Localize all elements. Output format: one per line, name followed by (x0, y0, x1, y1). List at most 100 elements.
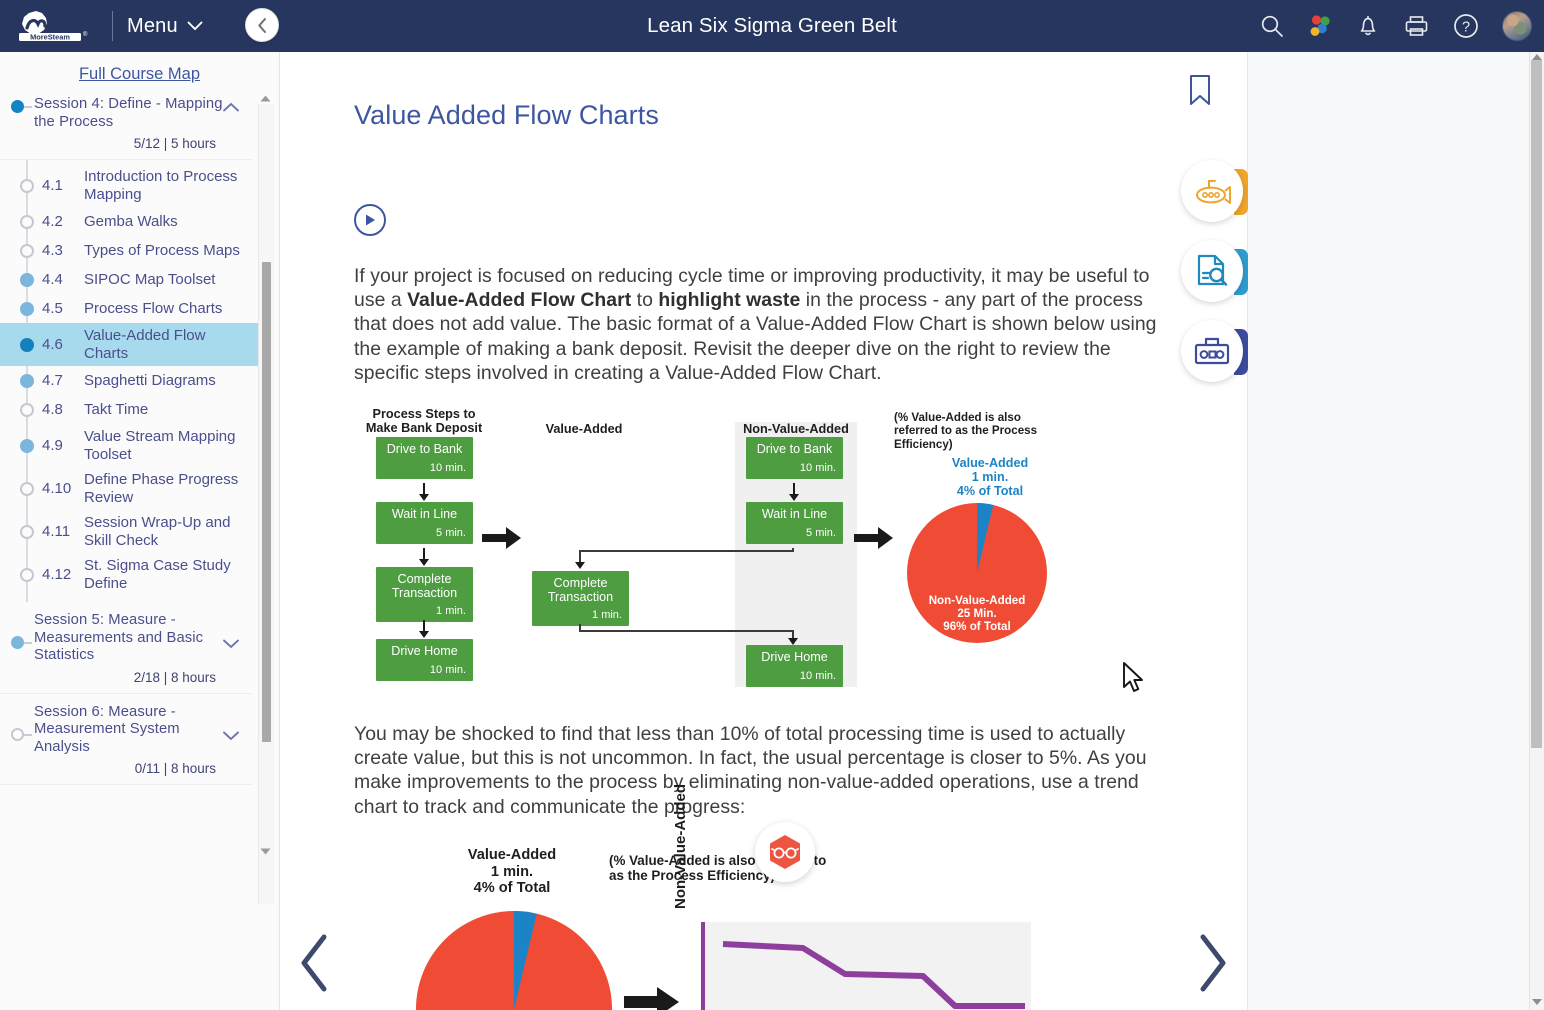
lesson-label: Takt Time (84, 400, 149, 418)
lesson-label: St. Sigma Case Study Define (84, 557, 231, 592)
lesson-number: 4.7 (42, 372, 63, 389)
column-header-steps-text: Process Steps to Make Bank Deposit (365, 407, 483, 435)
full-course-map-link[interactable]: Full Course Map (79, 65, 200, 84)
lesson-label: Process Flow Charts (84, 299, 223, 317)
main-scroll-up-icon[interactable] (1531, 53, 1543, 61)
flow-arrow-head (789, 494, 799, 501)
tool-toolbox[interactable] (1181, 320, 1248, 382)
trend-line (722, 941, 1025, 1009)
lesson-progress-dot (20, 337, 34, 352)
help-icon[interactable]: ? (1452, 12, 1480, 40)
connector-arrow-head (788, 638, 798, 645)
lesson-label: SIPOC Map Toolset (84, 270, 216, 288)
sidebar-item-4-7[interactable]: 4.7 Spaghetti Diagrams (0, 366, 263, 395)
tool-document-search[interactable] (1181, 240, 1248, 302)
search-icon[interactable] (1259, 13, 1285, 39)
main-scroll-down-icon[interactable] (1531, 998, 1543, 1006)
p1-mid: to (631, 289, 659, 312)
study-helper-button[interactable] (755, 822, 815, 882)
lesson-label: Gemba Walks (84, 212, 178, 230)
tool-document-search-button[interactable] (1181, 240, 1243, 302)
top-navigation-bar: MoreSteam ® Menu Lean Six Sigma Green Be… (0, 0, 1544, 52)
session-title: Session 4: Define - Mapping the Process (34, 96, 223, 130)
svg-text:?: ? (1462, 19, 1470, 35)
nva-name: Drive to Bank (756, 442, 833, 456)
svg-text:25 Min.: 25 Min. (957, 607, 996, 620)
column-header-value-added: Value-Added (545, 422, 623, 436)
sidebar-session[interactable]: Session 5: Measure - Measurements and Ba… (0, 602, 252, 694)
menu-label: Menu (127, 14, 178, 37)
tool-deep-dive[interactable] (1181, 160, 1248, 222)
lesson-number: 4.8 (42, 401, 63, 418)
nva-box: Drive Home 10 min. (746, 645, 843, 687)
sidebar-item-4-1[interactable]: 4.1 Introduction to Process Mapping (0, 164, 263, 207)
step-box: Wait in Line 5 min. (376, 502, 473, 544)
avatar[interactable] (1502, 11, 1532, 41)
lesson-number: 4.5 (42, 300, 63, 317)
sidebar-item-4-8[interactable]: 4.8 Takt Time (0, 395, 263, 424)
bookmark-icon[interactable] (1187, 74, 1213, 111)
nva-time: 10 min. (799, 669, 836, 682)
chevron-left-icon (301, 934, 327, 992)
step-name: Drive to Bank (386, 442, 463, 456)
column-header-non-value-added: Non-Value-Added (743, 422, 849, 436)
tool-deep-dive-button[interactable] (1181, 160, 1243, 222)
step-name: Drive Home (391, 644, 458, 658)
chevron-down-icon[interactable] (222, 638, 240, 649)
step-name: Complete Transaction (391, 572, 458, 600)
sidebar-lesson-list: 4.1 Introduction to Process Mapping 4.2 Gem… (0, 160, 263, 602)
next-page-button[interactable] (1191, 932, 1231, 999)
lesson-number: 4.4 (42, 271, 63, 288)
sidebar-item-4-3[interactable]: 4.3 Types of Process Maps (0, 236, 263, 265)
print-icon[interactable] (1403, 13, 1430, 39)
sidebar-item-4-2[interactable]: 4.2 Gemba Walks (0, 207, 263, 236)
fig2-value-added-label: Value-Added 1 min. 4% of Total (467, 847, 557, 896)
value-added-pie-chart: Non-Value-Added 25 Min. 96% of Total (907, 503, 1047, 643)
connector-arrow-head (575, 562, 585, 569)
sidebar-item-4-5[interactable]: 4.5 Process Flow Charts (0, 294, 263, 323)
nva-time: 10 min. (799, 461, 836, 474)
sidebar-collapse-button[interactable] (245, 8, 279, 42)
chevron-down-icon[interactable] (222, 730, 240, 741)
sidebar-session[interactable]: Session 4: Define - Mapping the Process 5… (0, 96, 252, 160)
sidebar-item-4-11[interactable]: 4.11 Session Wrap-Up and Skill Check (0, 510, 263, 553)
moresteam-logo[interactable]: MoreSteam ® (0, 0, 110, 52)
va-time: 1 min. (592, 609, 622, 622)
va-name: Complete Transaction (547, 576, 614, 604)
sidebar-item-4-9[interactable]: 4.9 Value Stream Mapping Toolset (0, 424, 263, 467)
previous-page-button[interactable] (296, 932, 336, 999)
nva-time: 5 min. (806, 526, 836, 539)
main-scrollbar-thumb[interactable] (1531, 60, 1542, 748)
chevron-down-icon (187, 21, 203, 31)
sidebar-item-4-6[interactable]: 4.6 Value-Added Flow Charts (0, 323, 263, 366)
process-efficiency-note: (% Value-Added is also referred to as th… (894, 411, 1038, 451)
menu-button[interactable]: Menu (127, 15, 203, 38)
lesson-progress-dot (20, 481, 34, 496)
svg-text:®: ® (83, 31, 88, 38)
sidebar-scroll-down-icon[interactable] (259, 847, 272, 856)
notifications-icon[interactable] (1355, 13, 1381, 39)
play-icon (366, 214, 375, 226)
glasses-hexagon-icon (770, 835, 800, 869)
lesson-label: Session Wrap-Up and Skill Check (84, 514, 231, 549)
step-time: 10 min. (429, 461, 466, 474)
sidebar-scrollbar-thumb[interactable] (262, 262, 271, 742)
lesson-progress-dot (20, 301, 34, 316)
document-search-icon (1197, 254, 1228, 286)
non-value-added-trend-chart (701, 922, 1031, 1010)
connector (579, 630, 794, 632)
play-audio-button[interactable] (354, 204, 386, 236)
sidebar-item-4-10[interactable]: 4.10 Define Phase Progress Review (0, 467, 263, 510)
sidebar-session[interactable]: Session 6: Measure - Measurement System … (0, 694, 252, 785)
nva-box: Wait in Line 5 min. (746, 502, 843, 544)
session-progress-meta: 5/12 | 5 hours (133, 136, 216, 151)
sidebar-scroll-up-icon[interactable] (259, 94, 272, 103)
nav-divider (112, 11, 113, 41)
apps-icon[interactable] (1307, 13, 1333, 39)
tool-toolbox-button[interactable] (1181, 320, 1243, 382)
session-title: Session 6: Measure - Measurement System … (34, 703, 180, 755)
sidebar-item-4-4[interactable]: 4.4 SIPOC Map Toolset (0, 265, 263, 294)
chevron-up-icon[interactable] (222, 102, 240, 113)
step-time: 5 min. (436, 526, 466, 539)
sidebar-item-4-12[interactable]: 4.12 St. Sigma Case Study Define (0, 553, 263, 596)
